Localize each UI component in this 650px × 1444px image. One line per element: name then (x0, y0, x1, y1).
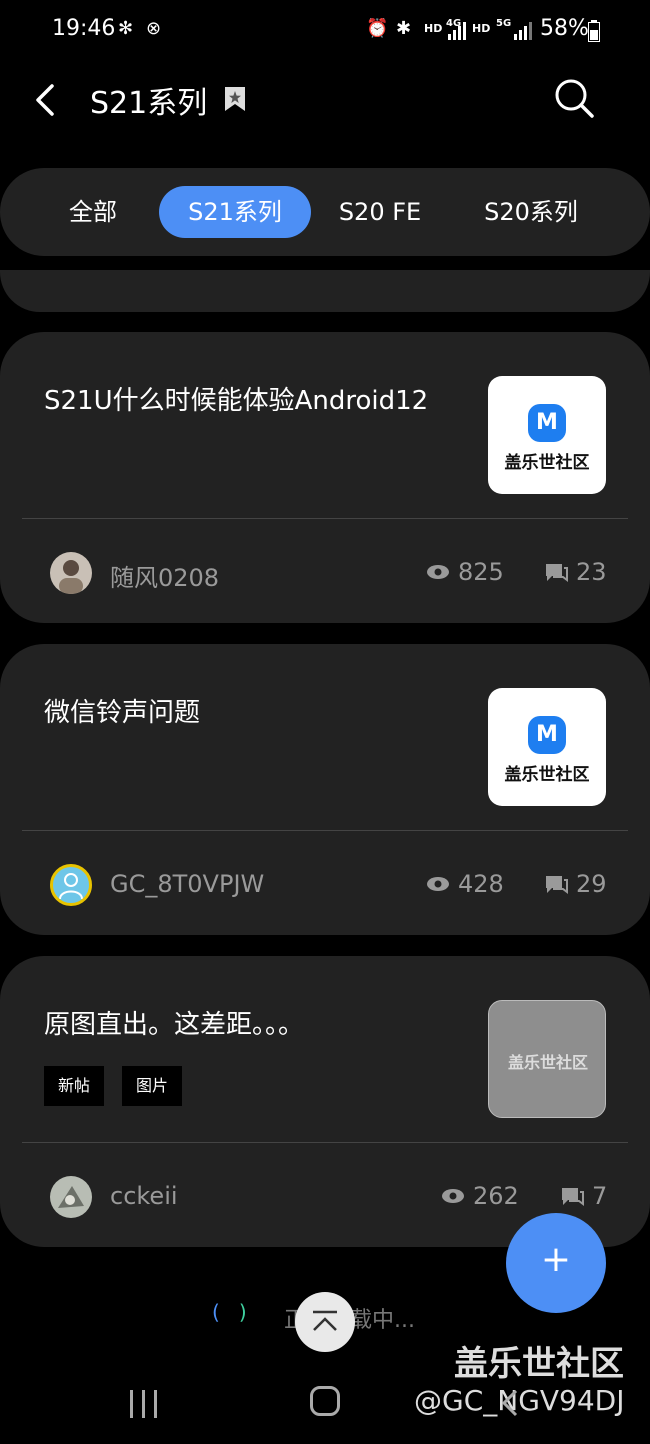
loading-spinner-icon: ( ) (212, 1300, 247, 1324)
scroll-up-icon (313, 1310, 337, 1331)
view-count: 825 (458, 558, 504, 586)
post-card[interactable]: S21U什么时候能体验Android12 M 盖乐世社区 随风0208 825 … (0, 332, 650, 623)
plus-icon: + (540, 1239, 572, 1280)
thumbnail-caption: 盖乐世社区 (504, 453, 590, 473)
home-button[interactable] (310, 1386, 340, 1416)
community-logo-icon: M (528, 716, 566, 754)
sync-icon: ⊗ (146, 18, 162, 39)
comment-icon (562, 1188, 584, 1206)
default-user-icon (59, 873, 83, 900)
signal-icon-2 (514, 22, 532, 40)
chevron-left-icon (36, 84, 54, 116)
search-icon (555, 79, 594, 118)
network-label-hd-2: HD (472, 22, 491, 35)
back-button[interactable] (28, 78, 68, 122)
post-thumbnail-placeholder: 盖乐世社区 (488, 1000, 606, 1118)
battery-percent: 58% (540, 16, 589, 41)
create-post-button[interactable]: + (506, 1213, 606, 1313)
network-label-5g: 5G (496, 18, 512, 29)
divider (22, 830, 628, 831)
comment-icon (546, 876, 568, 894)
author-name[interactable]: GC_8T0VPJW (110, 870, 264, 898)
status-bar: 19:46 ✻ ⊗ ⏰ ✱ HD 4G HD 5G 58% (0, 0, 650, 64)
tab-all[interactable]: 全部 (50, 186, 136, 238)
bookmark-icon[interactable] (224, 86, 246, 116)
thumbnail-caption: 盖乐世社区 (504, 765, 590, 785)
avatar[interactable] (50, 552, 92, 594)
post-thumbnail: M 盖乐世社区 (488, 688, 606, 806)
watermark-title: 盖乐世社区 (454, 1344, 624, 1384)
divider (22, 1142, 628, 1143)
view-count: 262 (473, 1182, 519, 1210)
tag-new-post: 新帖 (44, 1066, 105, 1106)
comment-count: 29 (576, 870, 607, 898)
status-time: 19:46 (52, 16, 116, 41)
tab-s20-series[interactable]: S20系列 (466, 186, 596, 238)
scroll-to-top-button[interactable] (295, 1292, 355, 1352)
bluetooth-icon: ✱ (396, 18, 412, 39)
eye-icon (427, 877, 449, 891)
post-card[interactable]: 原图直出。这差距。。。 新帖 图片 盖乐世社区 cckeii 262 7 (0, 956, 650, 1247)
divider (22, 518, 628, 519)
comment-icon (546, 564, 568, 582)
alarm-icon: ⏰ (366, 18, 389, 39)
network-label-hd: HD (424, 22, 443, 35)
tab-s21-series[interactable]: S21系列 (159, 186, 311, 238)
comment-count: 7 (592, 1182, 608, 1210)
back-nav-button[interactable] (498, 1388, 522, 1418)
post-title: 微信铃声问题 (44, 698, 201, 728)
post-card-partial[interactable] (0, 270, 650, 312)
avatar[interactable] (50, 1176, 92, 1218)
page-title: S21系列 (90, 86, 208, 121)
battery-icon (588, 20, 600, 42)
community-logo-icon: M (528, 404, 566, 442)
recent-apps-button[interactable] (128, 1388, 160, 1420)
category-tab-bar: 全部 S21系列 S20 FE S20系列 (0, 168, 650, 256)
author-name[interactable]: cckeii (110, 1182, 178, 1210)
thumbnail-caption: 盖乐世社区 (507, 1053, 588, 1072)
tag-image: 图片 (122, 1066, 183, 1106)
avatar[interactable] (50, 864, 92, 906)
view-count: 428 (458, 870, 504, 898)
post-thumbnail: M 盖乐世社区 (488, 376, 606, 494)
post-title: S21U什么时候能体验Android12 (44, 386, 429, 416)
search-button[interactable] (552, 76, 598, 122)
signal-icon (448, 22, 466, 40)
comment-count: 23 (576, 558, 607, 586)
post-title: 原图直出。这差距。。。 (44, 1010, 305, 1040)
author-name[interactable]: 随风0208 (110, 558, 219, 593)
tab-s20-fe[interactable]: S20 FE (326, 186, 434, 238)
eye-icon (427, 565, 449, 579)
eye-icon (442, 1189, 464, 1203)
post-card[interactable]: 微信铃声问题 M 盖乐世社区 GC_8T0VPJW 428 29 (0, 644, 650, 935)
fan-icon: ✻ (118, 18, 134, 39)
